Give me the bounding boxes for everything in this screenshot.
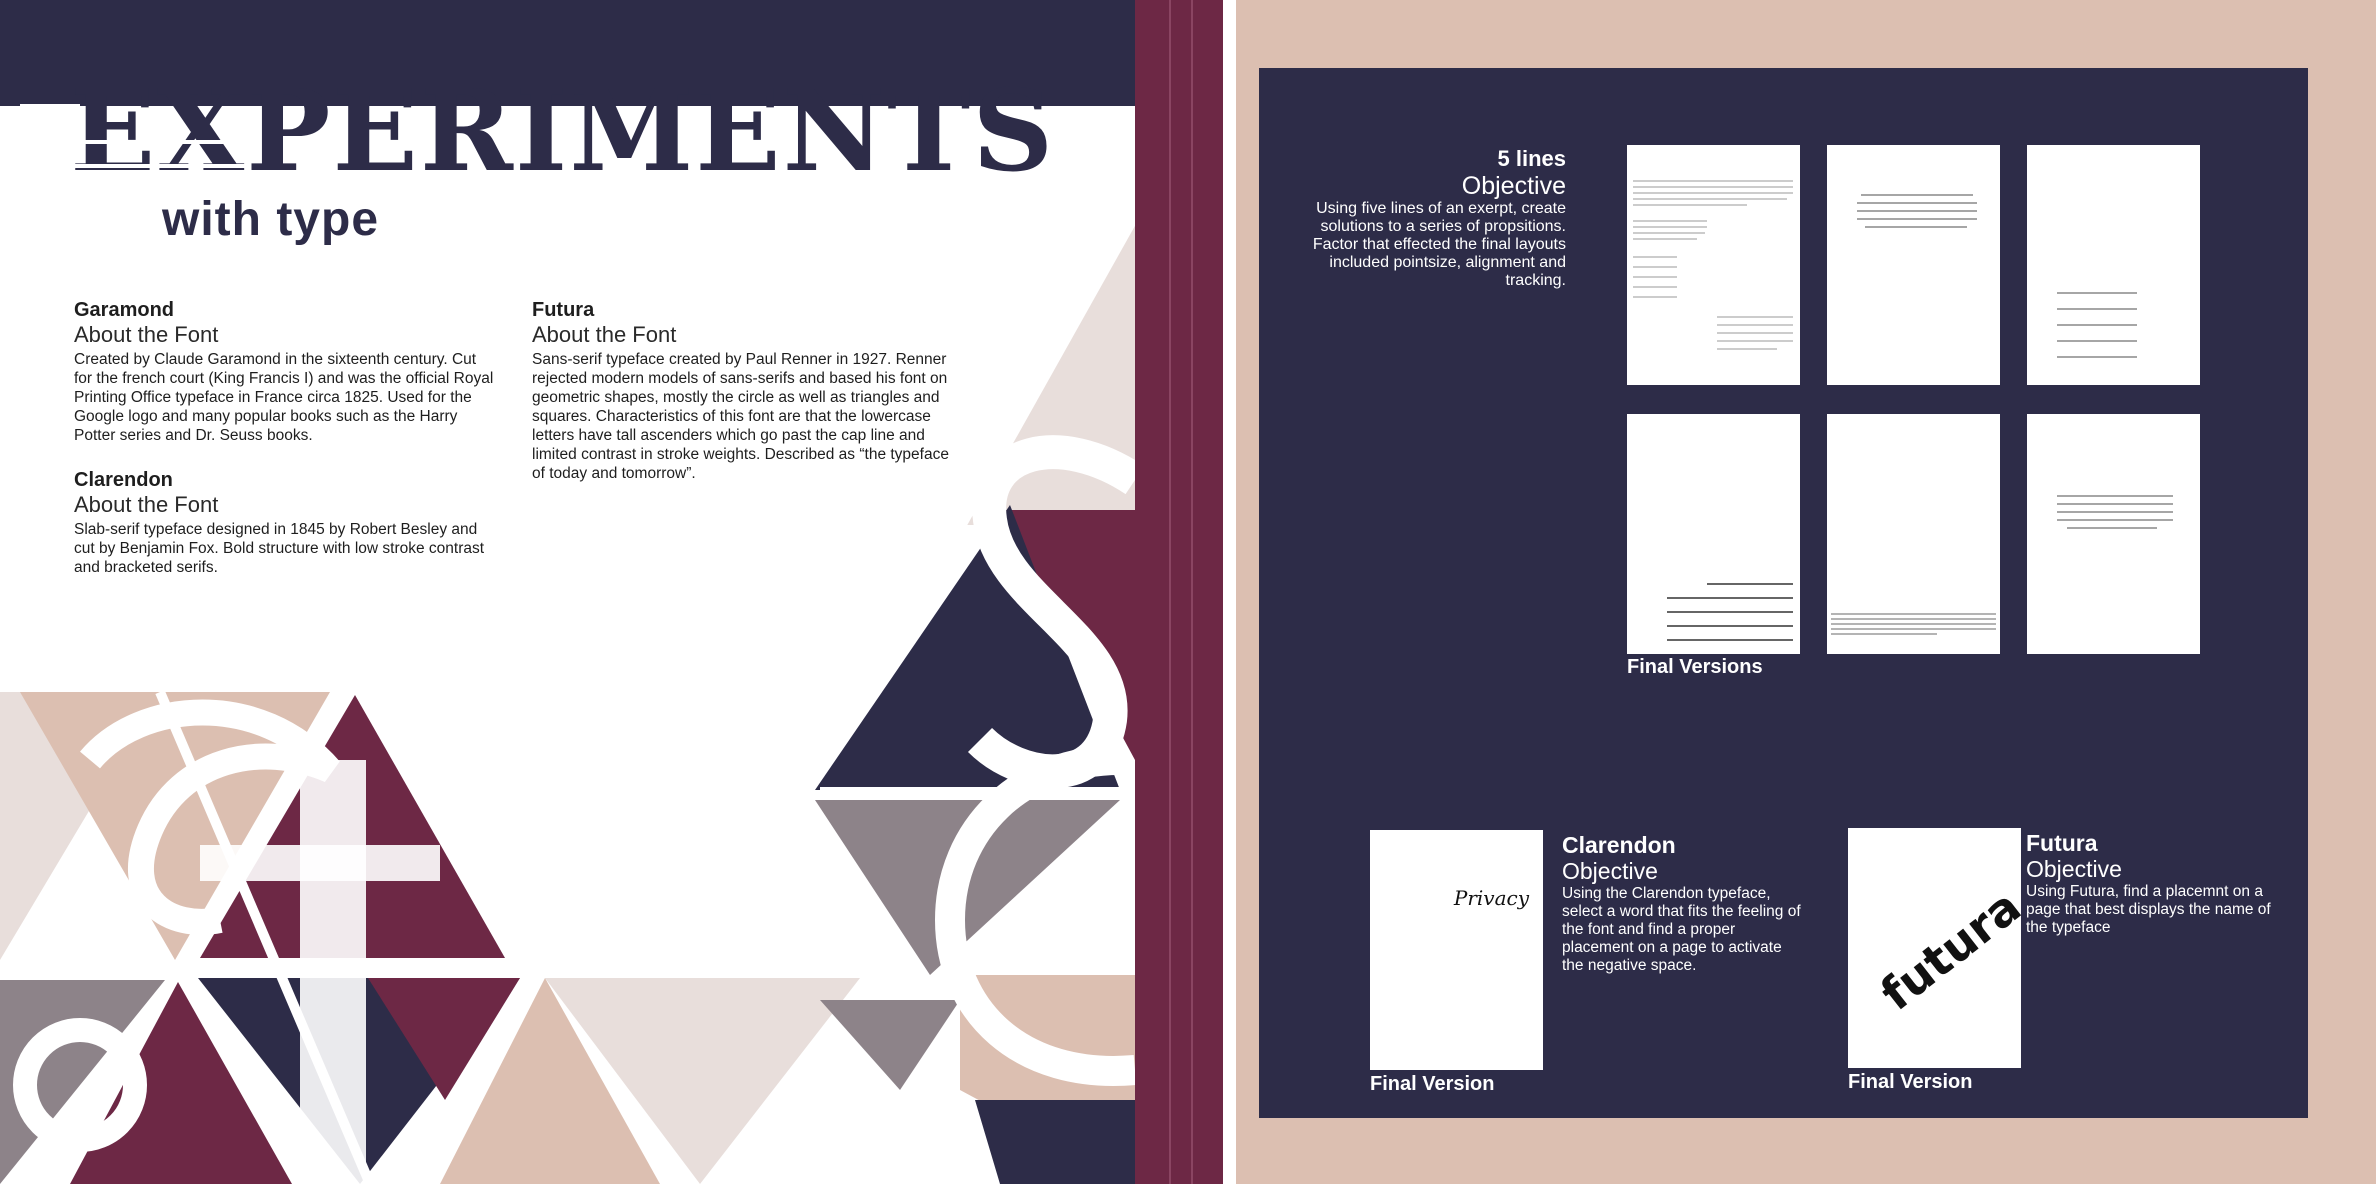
section-heading: Futura <box>532 299 595 321</box>
clarendon-final-card: Privacy <box>1370 830 1543 1070</box>
section-body: Sans-serif typeface created by Paul Renn… <box>532 351 949 482</box>
section-heading: 5 lines <box>1497 146 1566 171</box>
section-body: Created by Claude Garamond in the sixtee… <box>74 351 494 444</box>
card-word: futura <box>1870 879 2021 1021</box>
section-heading: Clarendon <box>74 469 173 491</box>
clarendon-project-section: Clarendon Objective Using the Clarendon … <box>1562 832 1802 975</box>
art-triangle <box>975 1100 1135 1184</box>
section-subheading: About the Font <box>532 322 677 347</box>
thumbnail-text-lines <box>1633 180 1793 350</box>
clarendon-section: Clarendon About the Font Slab-serif type… <box>74 468 494 577</box>
section-heading: Clarendon <box>1562 832 1676 858</box>
page-subtitle: with type <box>162 193 380 246</box>
strip-rule <box>1169 0 1171 1184</box>
layout-thumbnail <box>2027 145 2200 385</box>
section-subheading: About the Font <box>74 492 219 517</box>
section-subheading: About the Font <box>74 322 219 347</box>
garamond-section: Garamond About the Font Created by Claud… <box>74 298 494 445</box>
section-heading: Garamond <box>74 299 175 321</box>
thumbnail-text-lines <box>2057 495 2173 529</box>
futura-final-card: futura <box>1848 828 2021 1068</box>
futura-section: Futura About the Font Sans-serif typefac… <box>532 298 962 483</box>
thumbnail-text-lines <box>1667 583 1793 641</box>
thumbnail-text-lines <box>2057 292 2137 358</box>
final-versions-label: Final Versions <box>1627 656 1763 678</box>
left-spread: EXPERIMENTS with type Garamond About the… <box>0 0 1236 1184</box>
thumbnail-text-lines <box>1857 194 1977 228</box>
section-subheading: Objective <box>2026 856 2122 882</box>
speed-line <box>20 104 80 108</box>
page-title: EXPERIMENTS <box>70 66 1056 197</box>
section-heading: Futura <box>2026 830 2098 856</box>
final-version-label: Final Version <box>1370 1073 1495 1095</box>
strip-rule <box>1191 0 1193 1184</box>
section-body: Using five lines of an exerpt, create so… <box>1312 200 1566 289</box>
section-subheading: Objective <box>1461 172 1566 200</box>
layout-thumbnail <box>1627 145 1800 385</box>
layout-thumbnail <box>2027 414 2200 654</box>
five-lines-section: 5 lines Objective Using five lines of an… <box>1300 146 1566 290</box>
speed-line <box>50 164 250 168</box>
speed-line <box>4 140 244 144</box>
section-subheading: Objective <box>1562 858 1658 884</box>
section-body: Slab-serif typeface designed in 1845 by … <box>74 521 485 576</box>
final-version-label: Final Version <box>1848 1071 1973 1093</box>
section-body: Using the Clarendon typeface, select a w… <box>1562 885 1801 974</box>
thumbnail-text-lines <box>1831 613 1996 635</box>
section-body: Using Futura, find a placemnt on a page … <box>2026 883 2271 936</box>
layout-thumbnail <box>1627 414 1800 654</box>
card-word: Privacy <box>1453 886 1529 910</box>
maroon-edge-strip <box>1135 0 1223 1184</box>
layout-thumbnail <box>1827 414 2000 654</box>
futura-project-section: Futura Objective Using Futura, find a pl… <box>2026 830 2276 937</box>
layout-thumbnail <box>1827 145 2000 385</box>
art-triangle <box>820 1000 960 1090</box>
